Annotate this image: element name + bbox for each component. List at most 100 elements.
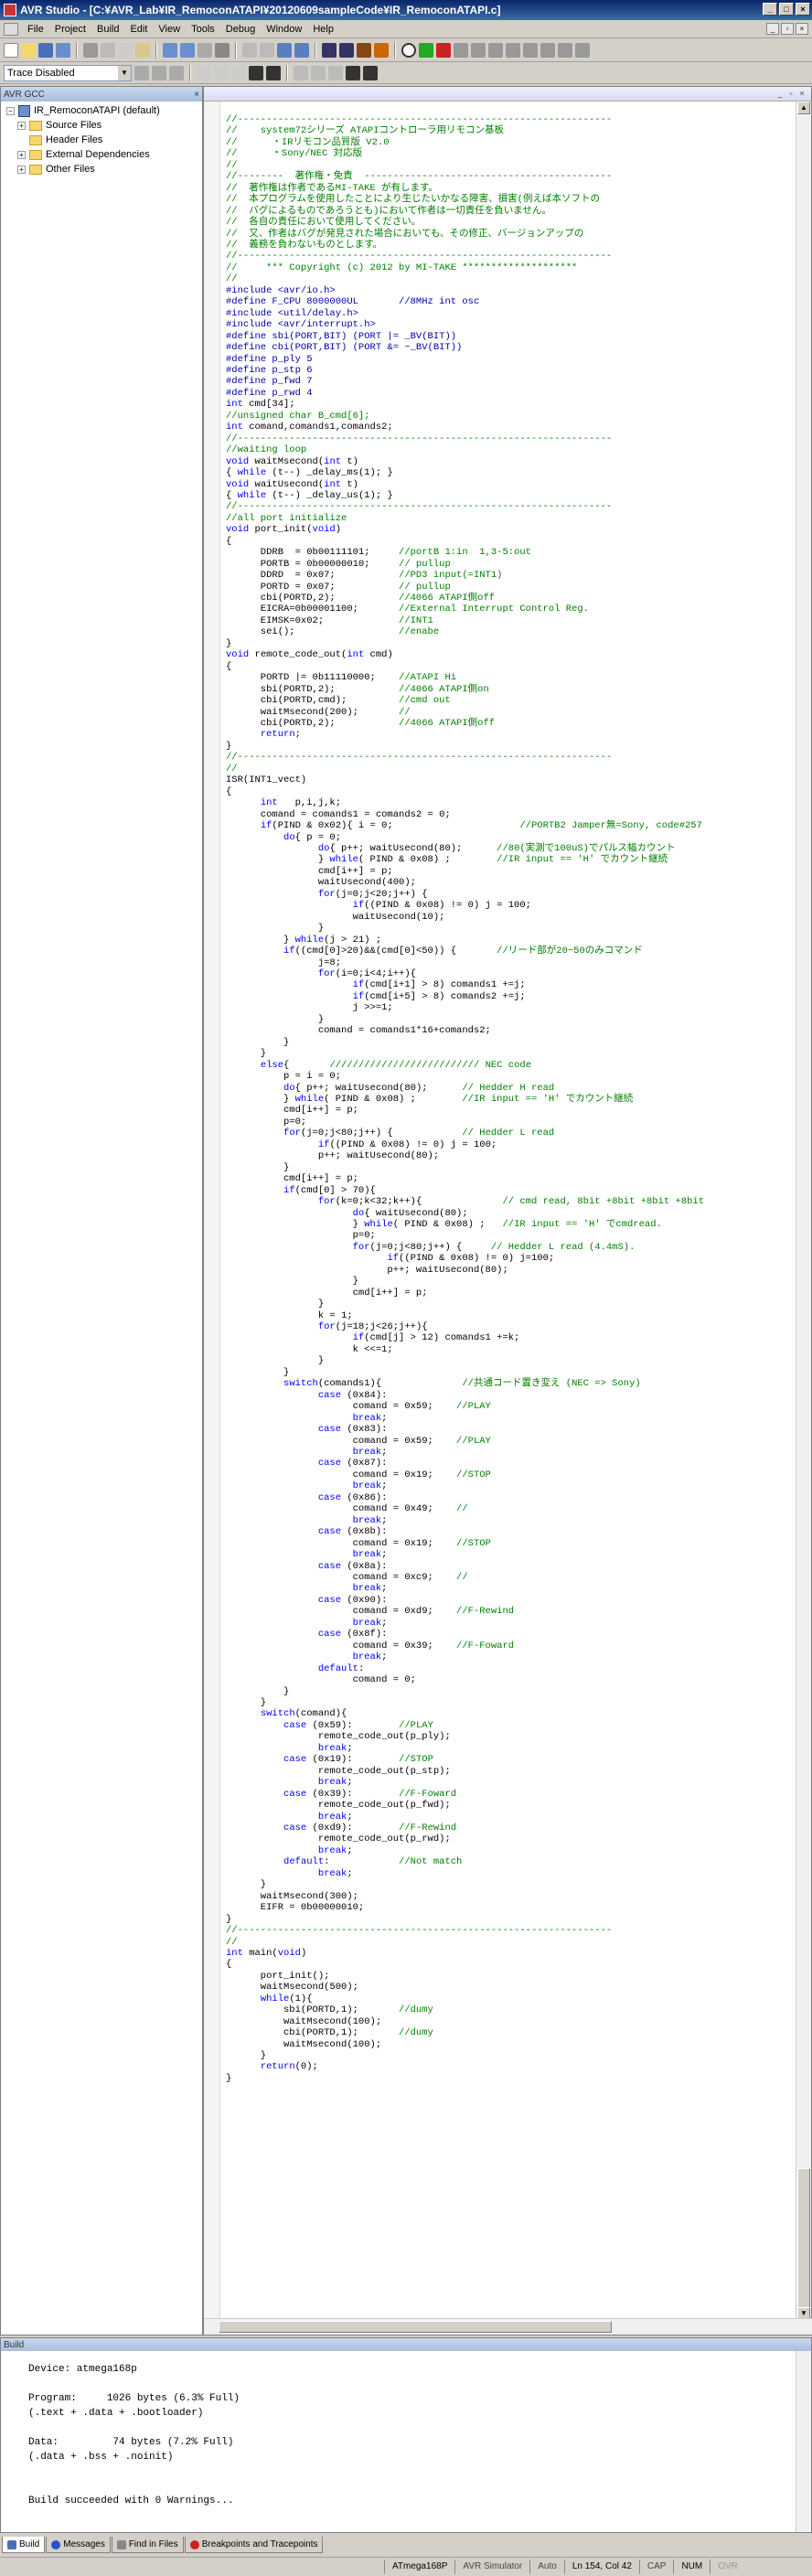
- code-line[interactable]: comand = 0;: [226, 1674, 704, 1685]
- code-line[interactable]: int main(void): [226, 1948, 704, 1959]
- copy-icon[interactable]: [118, 42, 133, 58]
- code-line[interactable]: //--------------------------------------…: [226, 1925, 704, 1936]
- menu-build[interactable]: Build: [91, 24, 124, 35]
- step-into-icon[interactable]: [471, 42, 486, 58]
- editor-minimize-icon[interactable]: _: [775, 89, 785, 99]
- code-line[interactable]: switch(comand){: [226, 1708, 704, 1719]
- bookmark-icon[interactable]: [277, 42, 292, 58]
- code-line[interactable]: comand = comands1*16+comands2;: [226, 1025, 704, 1036]
- code-line[interactable]: if(cmd[i+1] > 8) comands1 +=j;: [226, 979, 704, 990]
- code-line[interactable]: if(cmd[i+5] > 8) comands2 +=j;: [226, 991, 704, 1002]
- watch-icon[interactable]: [197, 65, 211, 80]
- code-line[interactable]: return;: [226, 729, 704, 740]
- toggle-breakpoint-icon[interactable]: [558, 42, 572, 58]
- code-line[interactable]: case (0x83):: [226, 1424, 704, 1435]
- code-line[interactable]: comand = 0xc9; //: [226, 1572, 704, 1583]
- code-line[interactable]: case (0x8a):: [226, 1561, 704, 1572]
- code-line[interactable]: cbi(PORTD,cmd); //cmd out: [226, 695, 704, 706]
- code-line[interactable]: break;: [226, 1413, 704, 1424]
- code-line[interactable]: case (0x39): //F-Foward: [226, 1789, 704, 1800]
- memory-icon[interactable]: [214, 65, 229, 80]
- break-icon[interactable]: [436, 42, 451, 58]
- hscroll-thumb[interactable]: [219, 2321, 612, 2333]
- code-line[interactable]: if(cmd[0] > 70){: [226, 1185, 704, 1196]
- code-line[interactable]: }: [226, 741, 704, 752]
- menu-view[interactable]: View: [153, 24, 186, 35]
- trace-select[interactable]: Trace Disabled ▼: [4, 64, 132, 81]
- code-line[interactable]: waitMsecond(500);: [226, 1982, 704, 1993]
- code-area[interactable]: //--------------------------------------…: [204, 102, 796, 2320]
- code-line[interactable]: for(k=0;k<32;k++){ // cmd read, 8bit +8b…: [226, 1196, 704, 1207]
- code-line[interactable]: while(1){: [226, 1993, 704, 2004]
- code-line[interactable]: cmd[i++] = p;: [226, 1173, 704, 1184]
- code-line[interactable]: //--------------------------------------…: [226, 433, 704, 444]
- code-line[interactable]: } while( PIND & 0x08) ; //IR input == 'H…: [226, 854, 704, 865]
- menu-tools[interactable]: Tools: [186, 24, 220, 35]
- find-icon[interactable]: [198, 42, 212, 58]
- minimize-button[interactable]: _: [763, 3, 777, 16]
- undo-icon[interactable]: [163, 42, 177, 58]
- code-line[interactable]: // 又、作者はバグが発見された場合においても、その修正、バージョンアップの: [226, 229, 704, 240]
- code-line[interactable]: port_init();: [226, 1971, 704, 1982]
- code-line[interactable]: break;: [226, 1447, 704, 1458]
- disassembler-icon[interactable]: [249, 65, 263, 80]
- code-line[interactable]: PORTD = 0x07; // pullup: [226, 582, 704, 593]
- expand-icon[interactable]: +: [17, 150, 26, 159]
- debug-options-icon[interactable]: [363, 65, 378, 80]
- code-line[interactable]: {: [226, 786, 704, 797]
- scroll-up-icon[interactable]: ▲: [797, 102, 810, 114]
- code-line[interactable]: int p,i,j,k;: [226, 797, 704, 808]
- processor-icon[interactable]: [294, 65, 308, 80]
- code-line[interactable]: waitMsecond(100);: [226, 2016, 704, 2027]
- code-line[interactable]: p=0;: [226, 1117, 704, 1128]
- editor-restore-icon[interactable]: ▫: [785, 89, 796, 99]
- code-line[interactable]: break;: [226, 1743, 704, 1754]
- code-line[interactable]: //--------------------------------------…: [226, 251, 704, 262]
- code-line[interactable]: waitUsecond(400);: [226, 877, 704, 888]
- code-line[interactable]: #define p_ply 5: [226, 354, 704, 365]
- code-line[interactable]: // ・Sony/NEC 対応版: [226, 148, 704, 159]
- code-line[interactable]: #define p_rwd 4: [226, 388, 704, 399]
- code-line[interactable]: // *** Copyright (c) 2012 by MI-TAKE ***…: [226, 262, 704, 273]
- code-line[interactable]: //waiting loop: [226, 444, 704, 455]
- code-line[interactable]: for(j=18;j<26;j++){: [226, 1321, 704, 1332]
- registers-icon[interactable]: [231, 65, 246, 80]
- tree-folder-source[interactable]: + Source Files: [6, 118, 202, 133]
- code-line[interactable]: }: [226, 1355, 704, 1366]
- code-line[interactable]: waitUsecond(10);: [226, 912, 704, 923]
- code-line[interactable]: switch(comands1){ //共通コード置き変え (NEC => So…: [226, 1378, 704, 1389]
- code-line[interactable]: int comand,comands1,comands2;: [226, 422, 704, 433]
- code-line[interactable]: remote_code_out(p_ply);: [226, 1731, 704, 1742]
- close-button[interactable]: ×: [796, 3, 810, 16]
- save-icon[interactable]: [38, 42, 53, 58]
- code-line[interactable]: break;: [226, 1515, 704, 1526]
- code-line[interactable]: } while( PIND & 0x08) ; //IR input == 'H…: [226, 1219, 704, 1230]
- menu-debug[interactable]: Debug: [220, 24, 261, 35]
- code-line[interactable]: }: [226, 1879, 704, 1890]
- code-line[interactable]: if((cmd[0]>20)&&(cmd[0]<50)) { //リード部が20…: [226, 946, 704, 957]
- code-line[interactable]: cbi(PORTD,1); //dumy: [226, 2027, 704, 2038]
- code-line[interactable]: do{ p = 0;: [226, 832, 704, 843]
- code-line[interactable]: // system72シリーズ ATAPIコントローラ用リモコン基板: [226, 125, 704, 136]
- code-line[interactable]: case (0x90):: [226, 1595, 704, 1606]
- code-line[interactable]: void waitUsecond(int t): [226, 479, 704, 490]
- code-line[interactable]: PORTB = 0b00000010; // pullup: [226, 559, 704, 570]
- doc-restore-button[interactable]: ▫: [781, 23, 794, 35]
- code-line[interactable]: comand = 0x19; //STOP: [226, 1538, 704, 1549]
- code-line[interactable]: // 著作権は作者であるMI-TAKE が有します。: [226, 183, 704, 194]
- next-bookmark-icon[interactable]: [294, 42, 309, 58]
- code-line[interactable]: return(0);: [226, 2061, 704, 2072]
- code-line[interactable]: #define p_stp 6: [226, 365, 704, 376]
- editor-close-icon[interactable]: ×: [796, 89, 807, 99]
- code-line[interactable]: sbi(PORTD,1); //dumy: [226, 2004, 704, 2015]
- code-line[interactable]: //-------- 著作権・免責 ----------------------…: [226, 171, 704, 182]
- code-line[interactable]: remote_code_out(p_stp);: [226, 1766, 704, 1777]
- code-line[interactable]: break;: [226, 1618, 704, 1629]
- build-scrollbar[interactable]: [796, 2351, 811, 2532]
- code-line[interactable]: p = i = 0;: [226, 1071, 704, 1082]
- code-line[interactable]: case (0x8f):: [226, 1629, 704, 1640]
- code-line[interactable]: for(j=0;j<20;j++) {: [226, 889, 704, 900]
- code-line[interactable]: }: [226, 1914, 704, 1925]
- source-code[interactable]: //--------------------------------------…: [226, 114, 704, 2084]
- code-line[interactable]: #include <avr/interrupt.h>: [226, 319, 704, 330]
